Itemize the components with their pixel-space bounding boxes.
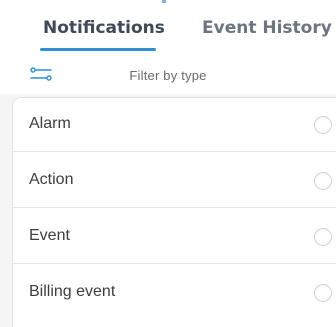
type-option-label: Event xyxy=(29,227,70,244)
active-tab-indicator xyxy=(40,48,156,51)
radio-button[interactable] xyxy=(314,116,332,134)
radio-button[interactable] xyxy=(314,284,332,302)
radio-button[interactable] xyxy=(314,172,332,190)
scroll-indicator xyxy=(162,0,166,3)
type-option-event[interactable]: Event xyxy=(13,210,336,264)
type-filter-list: Alarm Action Event Billing event xyxy=(12,97,336,327)
type-option-action[interactable]: Action xyxy=(13,154,336,208)
tab-bar: Notifications Event History xyxy=(0,0,336,56)
filter-by-type-label: Filter by type xyxy=(129,68,207,83)
type-option-label: Billing event xyxy=(29,283,116,300)
type-option-billing-event[interactable]: Billing event xyxy=(13,266,336,320)
type-option-label: Action xyxy=(29,171,74,188)
type-option-label: Alarm xyxy=(29,115,71,132)
type-option-alarm[interactable]: Alarm xyxy=(13,98,336,152)
tab-notifications[interactable]: Notifications xyxy=(43,18,165,38)
tab-event-history[interactable]: Event History xyxy=(202,18,332,38)
filter-bar: Filter by type xyxy=(0,56,336,94)
radio-button[interactable] xyxy=(314,228,332,246)
